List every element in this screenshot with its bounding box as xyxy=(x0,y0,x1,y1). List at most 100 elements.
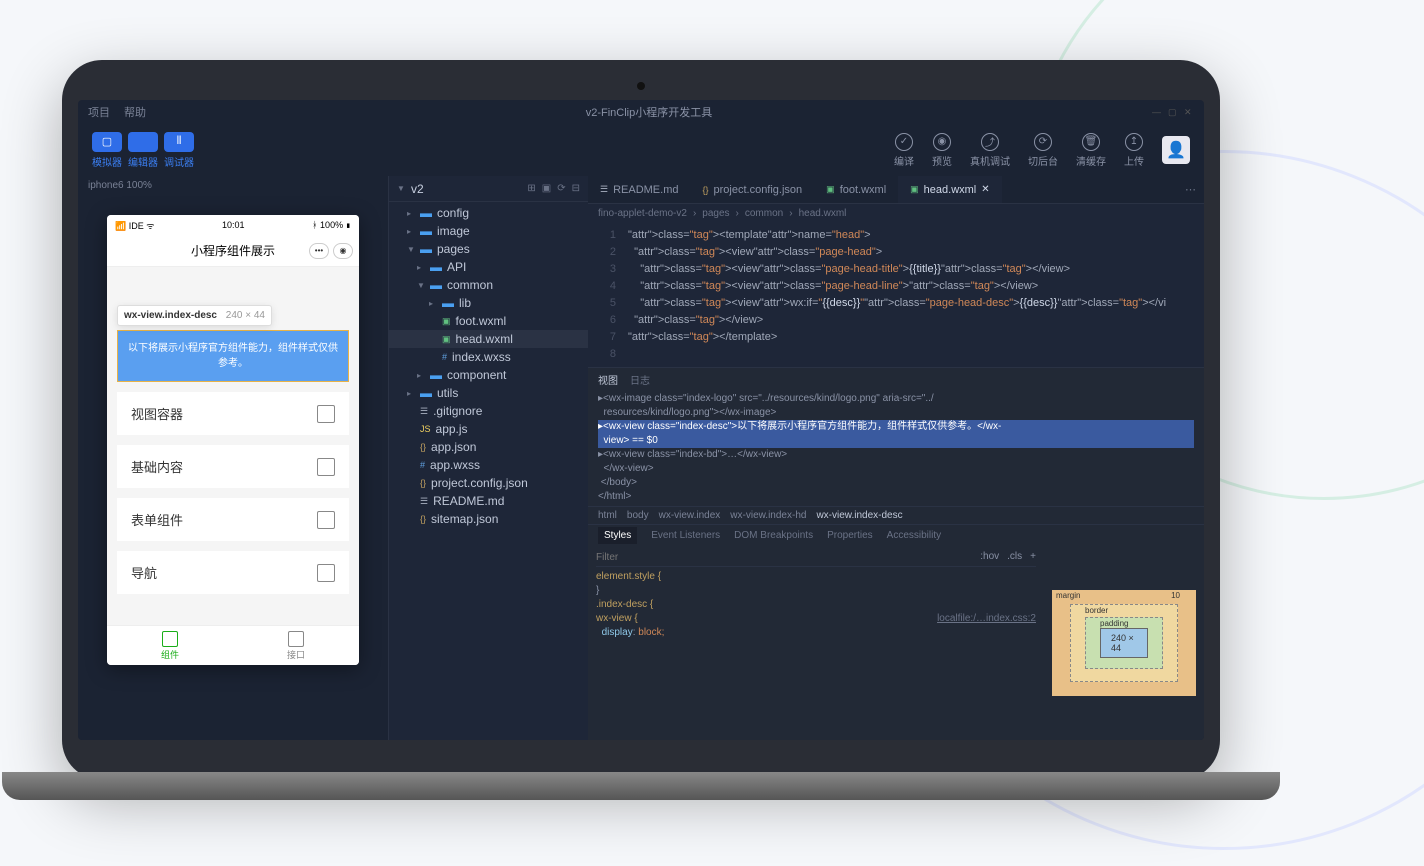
folder-common[interactable]: ▼▬common xyxy=(389,276,588,294)
toolbar-btn-调试器[interactable]: ⫴调试器 xyxy=(164,132,194,169)
breadcrumb: fino-applet-demo-v2›pages›common›head.wx… xyxy=(588,204,1204,223)
devtools-panel: 视图 日志 ▸<wx-image class="index-logo" src=… xyxy=(588,367,1204,740)
file-README.md[interactable]: ☰README.md xyxy=(389,492,588,510)
minimize-icon[interactable]: — xyxy=(1152,107,1162,117)
avatar[interactable]: 👤 xyxy=(1162,136,1190,164)
folder-lib[interactable]: ▸▬lib xyxy=(389,294,588,312)
dom-tree[interactable]: ▸<wx-image class="index-logo" src="../re… xyxy=(588,390,1204,506)
toolbar-action-预览[interactable]: ◉预览 xyxy=(932,133,952,168)
devtools-tab-elements[interactable]: 视图 xyxy=(598,372,618,387)
folder-image[interactable]: ▸▬image xyxy=(389,222,588,240)
container-icon xyxy=(317,405,335,423)
dom-node[interactable]: </html> xyxy=(598,490,1194,504)
collapse-icon[interactable]: ⊟ xyxy=(572,183,580,194)
add-rule-icon[interactable]: + xyxy=(1030,550,1036,564)
toolbar-action-编译[interactable]: ✓编译 xyxy=(894,133,914,168)
folder-API[interactable]: ▸▬API xyxy=(389,258,588,276)
styles-filter-input[interactable] xyxy=(596,552,972,563)
folder-config[interactable]: ▸▬config xyxy=(389,204,588,222)
file-app.json[interactable]: {}app.json xyxy=(389,438,588,456)
breadcrumb-segment[interactable]: fino-applet-demo-v2 xyxy=(598,208,687,219)
capsule-close-icon[interactable]: ◉ xyxy=(333,243,353,259)
styles-tab[interactable]: DOM Breakpoints xyxy=(734,530,813,541)
dom-node[interactable]: </body> xyxy=(598,476,1194,490)
list-item[interactable]: 基础内容 xyxy=(117,445,349,488)
window-controls: — ▢ ✕ xyxy=(1152,107,1194,117)
breadcrumb-segment[interactable]: pages xyxy=(702,208,729,219)
inspector-tooltip: wx-view.index-desc 240 × 44 xyxy=(117,305,272,326)
explorer-root[interactable]: v2 xyxy=(411,182,424,196)
toolbar-btn-模拟器[interactable]: ▢模拟器 xyxy=(92,132,122,169)
file-project.config.json[interactable]: {}project.config.json xyxy=(389,474,588,492)
file-app.js[interactable]: JSapp.js xyxy=(389,420,588,438)
styles-tab[interactable]: Accessibility xyxy=(887,530,941,541)
simulator-device-label: iphone6 100% xyxy=(78,176,388,195)
main-area: iphone6 100% 📶 IDE ᯤ 10:01 ᚼ 100% ▮ 小程序组… xyxy=(78,176,1204,740)
file-index.wxss[interactable]: #index.wxss xyxy=(389,348,588,366)
dom-node[interactable]: ▸<wx-view class="index-desc">以下将展示小程序官方组… xyxy=(598,420,1194,434)
menu-icon xyxy=(317,511,335,529)
editor-tab[interactable]: {}project.config.json xyxy=(690,176,814,203)
dom-node[interactable]: </wx-view> xyxy=(598,462,1194,476)
dom-path-segment[interactable]: html xyxy=(598,510,617,521)
styles-tab[interactable]: Styles xyxy=(598,527,637,544)
menu-project[interactable]: 项目 xyxy=(88,104,110,120)
cls-toggle[interactable]: .cls xyxy=(1007,550,1022,564)
tab-close-icon[interactable]: ✕ xyxy=(981,184,989,195)
styles-tabs: Styles Event Listeners DOM Breakpoints Prop… xyxy=(588,524,1204,546)
dom-node[interactable]: view> == $0 xyxy=(598,434,1194,448)
tabbar-接口[interactable]: 接口 xyxy=(233,626,359,665)
hov-toggle[interactable]: :hov xyxy=(980,550,999,564)
refresh-icon[interactable]: ⟳ xyxy=(557,183,565,194)
breadcrumb-segment[interactable]: head.wxml xyxy=(799,208,847,219)
maximize-icon[interactable]: ▢ xyxy=(1168,107,1178,117)
close-icon[interactable]: ✕ xyxy=(1184,107,1194,117)
editor-tab[interactable]: ▣head.wxml✕ xyxy=(898,176,1001,203)
breadcrumb-segment[interactable]: common xyxy=(745,208,783,219)
code-editor[interactable]: 1"attr">class="tag"><template "attr">nam… xyxy=(588,223,1204,367)
file-head.wxml[interactable]: ▣head.wxml xyxy=(389,330,588,348)
devtools-tab-console[interactable]: 日志 xyxy=(630,372,650,387)
folder-utils[interactable]: ▸▬utils xyxy=(389,384,588,402)
folder-pages[interactable]: ▼▬pages xyxy=(389,240,588,258)
styles-tab[interactable]: Properties xyxy=(827,530,873,541)
new-folder-icon[interactable]: ▣ xyxy=(542,183,551,194)
file-app.wxss[interactable]: #app.wxss xyxy=(389,456,588,474)
editor-tab[interactable]: ▣foot.wxml xyxy=(814,176,898,203)
list-item[interactable]: 导航 xyxy=(117,551,349,594)
tab-overflow-icon[interactable]: ⋯ xyxy=(1177,183,1204,196)
file-.gitignore[interactable]: ☰.gitignore xyxy=(389,402,588,420)
toolbar-action-切后台[interactable]: ⟳切后台 xyxy=(1028,133,1058,168)
dom-node[interactable]: ▸<wx-view class="index-bd">…</wx-view> xyxy=(598,448,1194,462)
menu-help[interactable]: 帮助 xyxy=(124,104,146,120)
phone-simulator[interactable]: 📶 IDE ᯤ 10:01 ᚼ 100% ▮ 小程序组件展示 ••• ◉ w xyxy=(107,215,359,665)
dom-path-segment[interactable]: wx-view.index-hd xyxy=(730,510,806,521)
highlighted-element[interactable]: 以下将展示小程序官方组件能力，组件样式仅供参考。 xyxy=(117,330,349,382)
dom-node[interactable]: ▸<wx-image class="index-logo" src="../re… xyxy=(598,392,1194,406)
editor-tabs: ☰README.md{}project.config.json▣foot.wxm… xyxy=(588,176,1204,204)
explorer-header: ▼ v2 ⊞ ▣ ⟳ ⊟ xyxy=(389,176,588,202)
toolbar-btn-编辑器[interactable]: 编辑器 xyxy=(128,132,158,169)
styles-tab[interactable]: Event Listeners xyxy=(651,530,720,541)
file-foot.wxml[interactable]: ▣foot.wxml xyxy=(389,312,588,330)
list-item[interactable]: 表单组件 xyxy=(117,498,349,541)
capsule-more-icon[interactable]: ••• xyxy=(309,243,329,259)
tabbar-组件[interactable]: 组件 xyxy=(107,626,233,665)
toolbar-action-真机调试[interactable]: ⤴真机调试 xyxy=(970,133,1010,168)
camera-notch xyxy=(637,82,645,90)
dom-path-segment[interactable]: wx-view.index-desc xyxy=(816,510,902,521)
window-title: v2-FinClip小程序开发工具 xyxy=(160,104,1138,120)
file-sitemap.json[interactable]: {}sitemap.json xyxy=(389,510,588,528)
new-file-icon[interactable]: ⊞ xyxy=(527,183,535,194)
dom-path-segment[interactable]: body xyxy=(627,510,649,521)
list-item[interactable]: 视图容器 xyxy=(117,392,349,435)
styles-pane[interactable]: :hov .cls + element.style {}.index-desc … xyxy=(588,546,1044,740)
toolbar-action-清缓存[interactable]: 🗑清缓存 xyxy=(1076,133,1106,168)
toolbar: ▢模拟器编辑器⫴调试器 ✓编译 ◉预览 ⤴真机调试 ⟳切后台 🗑清缓存 ↥上传 👤 xyxy=(78,124,1204,176)
folder-component[interactable]: ▸▬component xyxy=(389,366,588,384)
editor-panel: ☰README.md{}project.config.json▣foot.wxm… xyxy=(588,176,1204,740)
toolbar-action-上传[interactable]: ↥上传 xyxy=(1124,133,1144,168)
editor-tab[interactable]: ☰README.md xyxy=(588,176,690,203)
dom-path-segment[interactable]: wx-view.index xyxy=(659,510,721,521)
dom-node[interactable]: resources/kind/logo.png"></wx-image> xyxy=(598,406,1194,420)
